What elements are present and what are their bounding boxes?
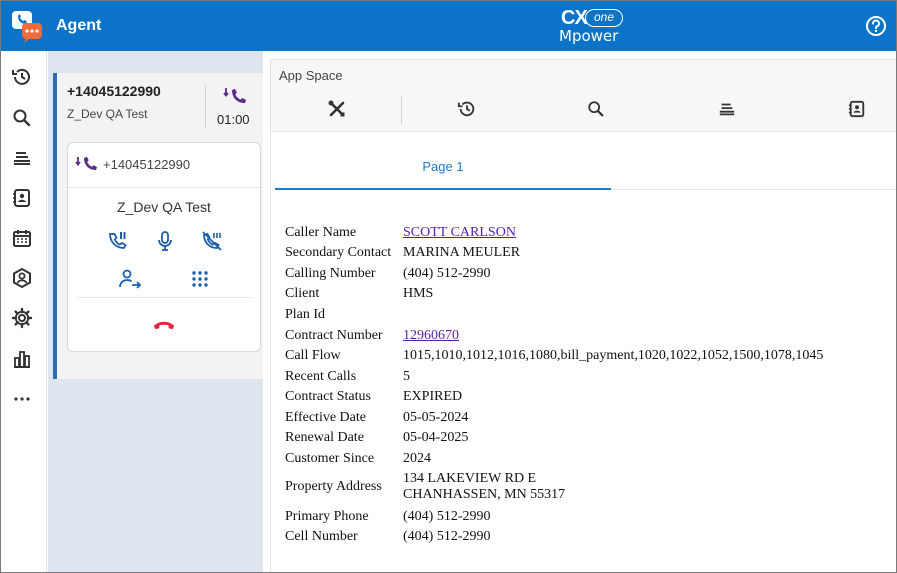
contact-skill: Z_Dev QA Test (67, 107, 148, 121)
call-number: +14045122990 (103, 157, 191, 172)
detail-label: Contract Status (285, 389, 371, 404)
inbound-call-icon (75, 156, 99, 174)
detail-value: 05-04-2025 (403, 430, 469, 445)
agent-app-icon[interactable] (10, 10, 44, 44)
detail-label: Caller Name (285, 225, 357, 240)
detail-value: 05-05-2024 (403, 410, 469, 425)
app-title: Agent (56, 17, 102, 34)
detail-value: (404) 512-2990 (403, 509, 491, 524)
detail-value: EXPIRED (403, 389, 463, 404)
queue-icon[interactable] (10, 146, 34, 170)
detail-label: Secondary Contact (285, 245, 392, 260)
help-circle-icon[interactable] (865, 15, 887, 37)
search-icon[interactable] (585, 98, 607, 120)
queue-icon[interactable] (716, 98, 738, 120)
directory-icon[interactable] (10, 186, 34, 210)
top-header: Agent CX one Mpower (1, 1, 896, 51)
detail-value: 5 (403, 369, 410, 384)
cxone-mpower-logo: CX one Mpower (559, 5, 629, 47)
app-space: App Space Page 1 Caller Name SCOTT CARLS… (270, 59, 896, 572)
contact-panel: +14045122990 Z_Dev QA Test 01:00 +140451… (48, 51, 263, 572)
detail-value-address-line1: 134 LAKEVIEW RD E (403, 471, 537, 486)
detail-label: Effective Date (285, 410, 366, 425)
call-details-card: +14045122990 Z_Dev QA Test (67, 142, 261, 352)
logo-mpower: Mpower (559, 27, 619, 45)
detail-value: 1015,1010,1012,1016,1080,bill_payment,10… (403, 348, 824, 363)
detail-label: Call Flow (285, 348, 341, 363)
detail-value: MARINA MEULER (403, 245, 521, 260)
divider (78, 297, 252, 298)
search-icon[interactable] (10, 106, 34, 130)
contract-number-link[interactable]: 12960670 (403, 328, 459, 343)
caller-name-link[interactable]: SCOTT CARLSON (403, 225, 516, 240)
call-timer: 01:00 (217, 112, 250, 127)
contact-number: +14045122990 (67, 83, 161, 99)
detail-label: Renewal Date (285, 430, 364, 445)
hangup-icon[interactable] (152, 313, 176, 337)
detail-value: 2024 (403, 451, 431, 466)
reports-icon[interactable] (10, 347, 34, 371)
divider (401, 96, 402, 124)
active-contact-card[interactable]: +14045122990 Z_Dev QA Test 01:00 +140451… (53, 73, 263, 379)
transfer-icon[interactable] (118, 267, 142, 291)
tab-underline (611, 189, 896, 190)
divider (205, 85, 206, 129)
tools-icon[interactable] (326, 98, 348, 120)
detail-label: Calling Number (285, 266, 376, 281)
settings-icon[interactable] (10, 306, 34, 330)
detail-label: Customer Since (285, 451, 375, 466)
detail-value: HMS (403, 286, 434, 301)
detail-label: Plan Id (285, 307, 326, 322)
more-icon[interactable] (10, 387, 34, 411)
app-space-toolbar: App Space (271, 60, 896, 132)
detail-value: (404) 512-2990 (403, 266, 491, 281)
detail-value-address-line2: CHANHASSEN, MN 55317 (403, 487, 566, 502)
hold-icon[interactable] (106, 229, 130, 253)
detail-value: (404) 512-2990 (403, 529, 491, 544)
profile-icon[interactable] (10, 266, 34, 290)
history-icon[interactable] (10, 65, 34, 89)
detail-label: Cell Number (285, 529, 358, 544)
detail-label: Property Address (285, 479, 382, 494)
detail-label: Primary Phone (285, 509, 369, 524)
app-window: Agent CX one Mpower +14045122990 Z_Dev Q… (0, 0, 897, 573)
history-icon[interactable] (456, 98, 478, 120)
keypad-icon[interactable] (188, 267, 212, 291)
logo-one: one (585, 9, 623, 27)
call-skill: Z_Dev QA Test (117, 199, 211, 215)
mask-icon[interactable] (200, 229, 224, 253)
detail-label: Client (285, 286, 320, 301)
directory-icon[interactable] (846, 98, 868, 120)
detail-label: Recent Calls (285, 369, 357, 384)
mute-icon[interactable] (153, 229, 177, 253)
app-space-title: App Space (279, 68, 343, 83)
calendar-icon[interactable] (10, 226, 34, 250)
detail-label: Contract Number (285, 328, 383, 343)
call-card-header: +14045122990 (68, 143, 260, 188)
inbound-call-icon (223, 87, 247, 107)
tab-page-1[interactable]: Page 1 (275, 146, 611, 190)
left-nav-rail (1, 51, 47, 572)
